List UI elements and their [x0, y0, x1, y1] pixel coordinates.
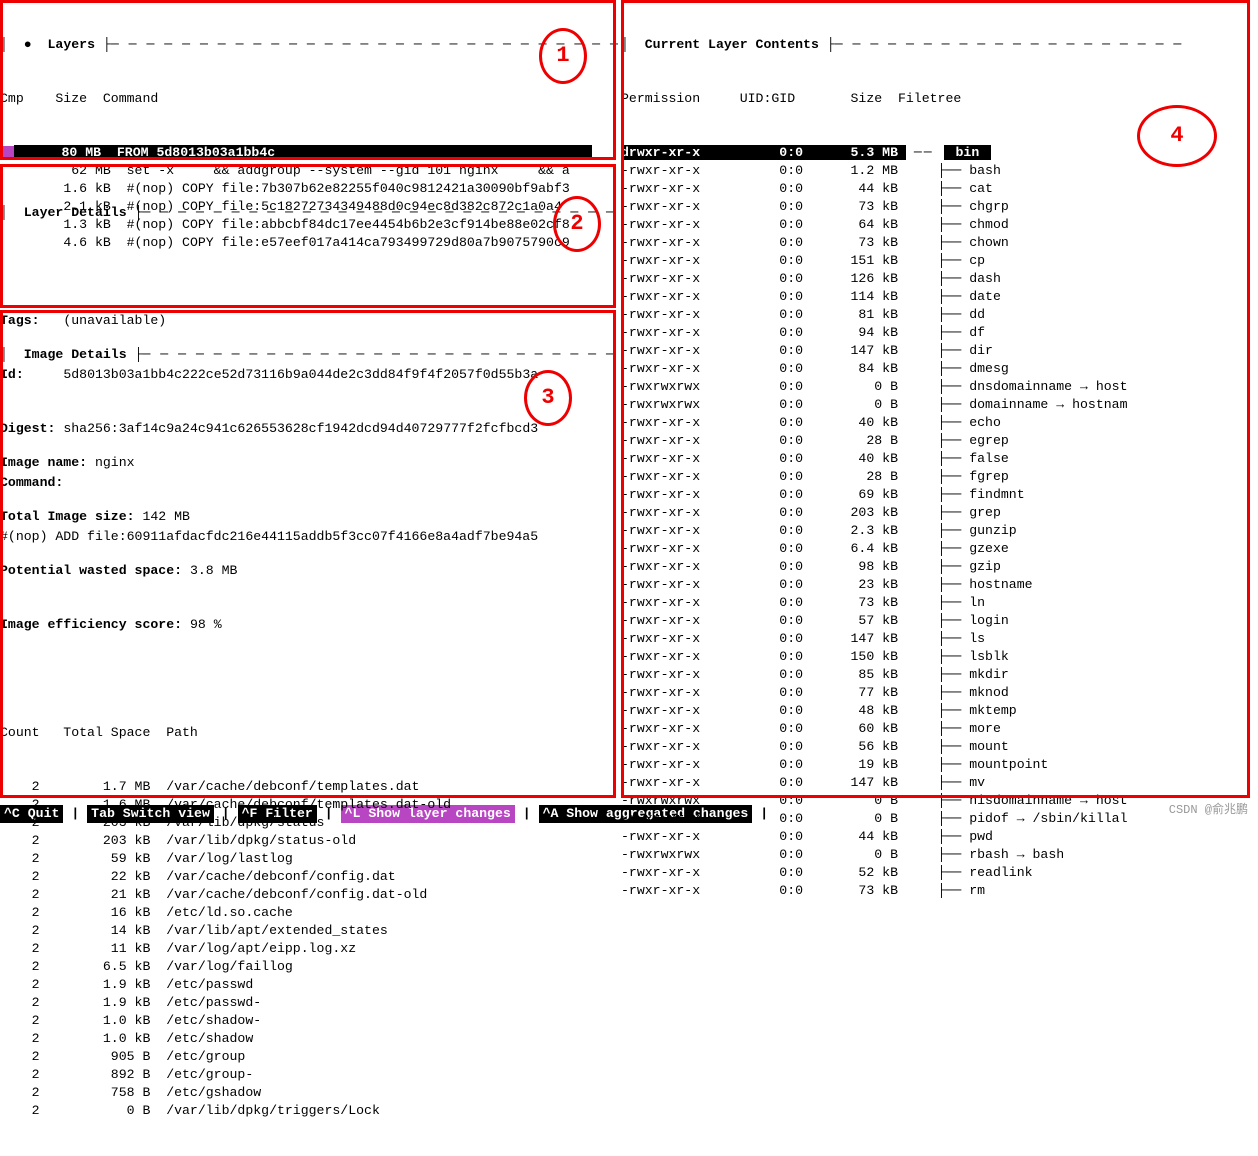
file-row[interactable]: -rwxr-xr-x 0:0 28 B ├── egrep: [621, 432, 1251, 450]
wasted-label: Potential wasted space:: [0, 563, 182, 578]
wasted-row[interactable]: 2 203 kB /var/lib/dpkg/status: [0, 814, 617, 832]
cmp-indicator-icon: [0, 146, 14, 160]
file-row[interactable]: -rwxr-xr-x 0:0 57 kB ├── login: [621, 612, 1251, 630]
wasted-row[interactable]: 2 1.6 MB /var/cache/debconf/templates.da…: [0, 796, 617, 814]
file-row[interactable]: -rwxr-xr-x 0:0 126 kB ├── dash: [621, 270, 1251, 288]
file-row[interactable]: -rwxr-xr-x 0:0 85 kB ├── mkdir: [621, 666, 1251, 684]
layer-details-panel: │ Layer Details ├─ ─ ─ ─ ─ ─ ─ ─ ─ ─ ─ ─…: [0, 168, 617, 304]
image-details-title: Image Details: [24, 347, 127, 362]
contents-panel: │ Current Layer Contents ├─ ─ ─ ─ ─ ─ ─ …: [621, 0, 1251, 936]
contents-title: Current Layer Contents: [645, 37, 819, 52]
wasted-row[interactable]: 2 22 kB /var/cache/debconf/config.dat: [0, 868, 617, 886]
layers-panel: │ ● Layers ├─ ─ ─ ─ ─ ─ ─ ─ ─ ─ ─ ─ ─ ─ …: [0, 0, 617, 162]
file-row[interactable]: -rwxr-xr-x 0:0 84 kB ├── dmesg: [621, 360, 1251, 378]
layer-row[interactable]: 80 MB FROM 5d8013b03a1bb4c: [0, 144, 617, 162]
file-row[interactable]: -rwxr-xr-x 0:0 56 kB ├── mount: [621, 738, 1251, 756]
wasted-row[interactable]: 2 14 kB /var/lib/apt/extended_states: [0, 922, 617, 940]
wasted-row[interactable]: 2 11 kB /var/log/apt/eipp.log.xz: [0, 940, 617, 958]
wasted-row[interactable]: 2 1.9 kB /etc/passwd: [0, 976, 617, 994]
layers-title: Layers: [48, 37, 95, 52]
wasted-row[interactable]: 2 905 B /etc/group: [0, 1048, 617, 1066]
file-row[interactable]: -rwxr-xr-x 0:0 44 kB ├── cat: [621, 180, 1251, 198]
file-row[interactable]: -rwxr-xr-x 0:0 151 kB ├── cp: [621, 252, 1251, 270]
eff-label: Image efficiency score:: [0, 617, 182, 632]
file-row[interactable]: -rwxr-xr-x 0:0 203 kB ├── grep: [621, 504, 1251, 522]
file-row[interactable]: -rwxr-xr-x 0:0 77 kB ├── mknod: [621, 684, 1251, 702]
file-row[interactable]: -rwxr-xr-x 0:0 98 kB ├── gzip: [621, 558, 1251, 576]
wasted-row[interactable]: 2 758 B /etc/gshadow: [0, 1084, 617, 1102]
layers-columns: Cmp Size Command: [0, 90, 617, 108]
file-row[interactable]: -rwxr-xr-x 0:0 147 kB ├── mv: [621, 774, 1251, 792]
bullet-icon: ●: [24, 37, 32, 52]
wasted-row[interactable]: 2 16 kB /etc/ld.so.cache: [0, 904, 617, 922]
file-row[interactable]: -rwxr-xr-x 0:0 48 kB ├── mktemp: [621, 702, 1251, 720]
file-row[interactable]: -rwxr-xr-x 0:0 28 B ├── fgrep: [621, 468, 1251, 486]
file-row[interactable]: -rwxr-xr-x 0:0 69 kB ├── findmnt: [621, 486, 1251, 504]
file-row[interactable]: -rwxrwxrwx 0:0 0 B ├── pidof → /sbin/kil…: [621, 810, 1251, 828]
file-row[interactable]: -rwxr-xr-x 0:0 73 kB ├── chgrp: [621, 198, 1251, 216]
file-row[interactable]: -rwxr-xr-x 0:0 19 kB ├── mountpoint: [621, 756, 1251, 774]
wasted-row[interactable]: 2 0 B /var/lib/dpkg/triggers/Lock: [0, 1102, 617, 1120]
wasted-row[interactable]: 2 892 B /etc/group-: [0, 1066, 617, 1084]
file-row[interactable]: -rwxr-xr-x 0:0 81 kB ├── dd: [621, 306, 1251, 324]
file-row[interactable]: -rwxr-xr-x 0:0 44 kB ├── pwd: [621, 828, 1251, 846]
file-row[interactable]: drwxr-xr-x 0:0 5.3 MB ── bin: [621, 144, 1251, 162]
file-row[interactable]: -rwxr-xr-x 0:0 60 kB ├── more: [621, 720, 1251, 738]
file-row[interactable]: -rwxr-xr-x 0:0 114 kB ├── date: [621, 288, 1251, 306]
wasted-columns: Count Total Space Path: [0, 724, 617, 742]
image-name-label: Image name:: [0, 455, 87, 470]
file-row[interactable]: -rwxr-xr-x 0:0 52 kB ├── readlink: [621, 864, 1251, 882]
wasted-value: 3.8 MB: [190, 563, 237, 578]
wasted-row[interactable]: 2 1.0 kB /etc/shadow-: [0, 1012, 617, 1030]
file-row[interactable]: -rwxr-xr-x 0:0 150 kB ├── lsblk: [621, 648, 1251, 666]
file-row[interactable]: -rwxrwxrwx 0:0 0 B ├── nisdomainname → h…: [621, 792, 1251, 810]
wasted-row[interactable]: 2 59 kB /var/log/lastlog: [0, 850, 617, 868]
file-row[interactable]: -rwxr-xr-x 0:0 73 kB ├── ln: [621, 594, 1251, 612]
wasted-row[interactable]: 2 1.9 kB /etc/passwd-: [0, 994, 617, 1012]
file-row[interactable]: -rwxr-xr-x 0:0 40 kB ├── false: [621, 450, 1251, 468]
file-row[interactable]: -rwxr-xr-x 0:0 2.3 kB ├── gunzip: [621, 522, 1251, 540]
layer-details-title: Layer Details: [24, 205, 127, 220]
file-row[interactable]: -rwxr-xr-x 0:0 147 kB ├── ls: [621, 630, 1251, 648]
file-row[interactable]: -rwxr-xr-x 0:0 40 kB ├── echo: [621, 414, 1251, 432]
file-row[interactable]: -rwxr-xr-x 0:0 23 kB ├── hostname: [621, 576, 1251, 594]
file-row[interactable]: -rwxr-xr-x 0:0 73 kB ├── chown: [621, 234, 1251, 252]
file-row[interactable]: -rwxr-xr-x 0:0 6.4 kB ├── gzexe: [621, 540, 1251, 558]
file-row[interactable]: -rwxrwxrwx 0:0 0 B ├── dnsdomainname → h…: [621, 378, 1251, 396]
image-details-panel: │ Image Details ├─ ─ ─ ─ ─ ─ ─ ─ ─ ─ ─ ─…: [0, 310, 617, 1156]
file-row[interactable]: -rwxrwxrwx 0:0 0 B ├── rbash → bash: [621, 846, 1251, 864]
contents-columns: Permission UID:GID Size Filetree: [621, 90, 1251, 108]
wasted-row[interactable]: 2 203 kB /var/lib/dpkg/status-old: [0, 832, 617, 850]
wasted-row[interactable]: 2 1.0 kB /etc/shadow: [0, 1030, 617, 1048]
image-name-value: nginx: [95, 455, 135, 470]
file-row[interactable]: -rwxr-xr-x 0:0 64 kB ├── chmod: [621, 216, 1251, 234]
file-row[interactable]: -rwxr-xr-x 0:0 73 kB ├── rm: [621, 882, 1251, 900]
total-size-label: Total Image size:: [0, 509, 135, 524]
file-row[interactable]: -rwxrwxrwx 0:0 0 B ├── domainname → host…: [621, 396, 1251, 414]
wasted-row[interactable]: 2 6.5 kB /var/log/faillog: [0, 958, 617, 976]
wasted-row[interactable]: 2 1.7 MB /var/cache/debconf/templates.da…: [0, 778, 617, 796]
file-row[interactable]: -rwxr-xr-x 0:0 147 kB ├── dir: [621, 342, 1251, 360]
eff-value: 98 %: [190, 617, 222, 632]
wasted-row[interactable]: 2 21 kB /var/cache/debconf/config.dat-ol…: [0, 886, 617, 904]
file-row[interactable]: -rwxr-xr-x 0:0 94 kB ├── df: [621, 324, 1251, 342]
file-row[interactable]: -rwxr-xr-x 0:0 1.2 MB ├── bash: [621, 162, 1251, 180]
total-size-value: 142 MB: [142, 509, 189, 524]
